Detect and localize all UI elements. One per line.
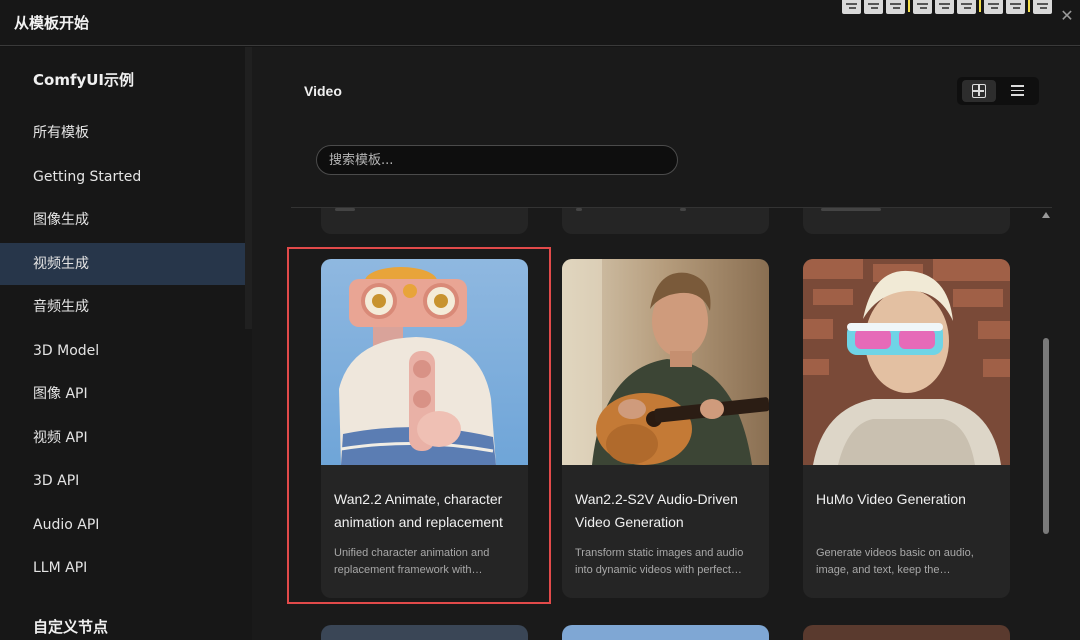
search-input[interactable]	[317, 146, 677, 174]
dialog-header: 从模板开始 ✕	[0, 0, 1080, 46]
sidebar-heading: ComfyUI示例	[33, 71, 135, 89]
template-card-partial[interactable]	[803, 208, 1010, 234]
align-middle-icon[interactable]	[935, 0, 954, 14]
card-title: Wan2.2-S2V Audio-Driven Video Generation	[575, 491, 738, 530]
resize-icon[interactable]	[1033, 0, 1052, 14]
sidebar-item-image-generation[interactable]: 图像生成	[0, 199, 252, 241]
grid-scrollbar[interactable]	[1040, 208, 1052, 640]
template-card-partial[interactable]	[803, 625, 1010, 640]
man-playing-guitar-image	[562, 259, 769, 465]
template-card-partial[interactable]	[562, 208, 769, 234]
alignment-toolbar	[842, 0, 1052, 14]
list-view-button[interactable]	[1000, 80, 1034, 102]
selection-highlight	[287, 247, 551, 604]
sidebar-heading-custom-nodes: 自定义节点	[33, 618, 109, 636]
card-description: Transform static images and audio into d…	[575, 547, 744, 576]
section-title: Video	[304, 83, 342, 99]
sidebar-scrollbar[interactable]	[245, 47, 252, 329]
sidebar-item-video-api[interactable]: 视频 API	[0, 417, 252, 459]
toolbar-separator	[979, 0, 981, 12]
dialog-title: 从模板开始	[14, 14, 90, 32]
close-icon[interactable]: ✕	[1060, 9, 1074, 25]
template-card-partial[interactable]	[321, 208, 528, 234]
align-top-icon[interactable]	[913, 0, 932, 14]
template-card-partial[interactable]	[562, 625, 769, 640]
toolbar-separator	[1028, 0, 1030, 12]
card-title: HuMo Video Generation	[816, 491, 966, 507]
toolbar-separator	[908, 0, 910, 12]
sidebar-item-video-generation[interactable]: 视频生成	[0, 243, 252, 285]
template-card[interactable]: Wan2.2-S2V Audio-Driven Video Generation…	[562, 259, 769, 598]
main-panel: Video 搜索模板... Wan2.2 Animate, character …	[252, 47, 1080, 640]
grid-view-button[interactable]	[962, 80, 996, 102]
sidebar-item-all-templates[interactable]: 所有模板	[0, 112, 252, 154]
sidebar-item-audio-api[interactable]: Audio API	[0, 504, 252, 546]
list-icon	[1011, 85, 1024, 97]
distribute-vertical-icon[interactable]	[1006, 0, 1025, 14]
scrollbar-thumb[interactable]	[1043, 338, 1049, 534]
align-left-icon[interactable]	[842, 0, 861, 14]
scroll-up-arrow-icon[interactable]	[1042, 212, 1050, 218]
sidebar-item-llm-api[interactable]: LLM API	[0, 547, 252, 589]
sidebar: ComfyUI示例 所有模板 Getting Started 图像生成 视频生成…	[0, 47, 252, 640]
sidebar-item-image-api[interactable]: 图像 API	[0, 373, 252, 415]
sidebar-item-audio-generation[interactable]: 音频生成	[0, 286, 252, 328]
view-toggle	[957, 77, 1039, 105]
align-right-icon[interactable]	[886, 0, 905, 14]
template-card-partial[interactable]	[321, 625, 528, 640]
align-bottom-icon[interactable]	[957, 0, 976, 14]
distribute-horizontal-icon[interactable]	[984, 0, 1003, 14]
sidebar-item-3d-model[interactable]: 3D Model	[0, 330, 252, 372]
boy-with-vr-glasses-image	[803, 259, 1010, 465]
grid-icon	[972, 84, 986, 98]
card-description: Generate videos basic on audio, image, a…	[816, 547, 974, 576]
template-card[interactable]: HuMo Video Generation Generate videos ba…	[803, 259, 1010, 598]
sidebar-item-getting-started[interactable]: Getting Started	[0, 156, 252, 198]
sidebar-item-3d-api[interactable]: 3D API	[0, 460, 252, 502]
align-center-icon[interactable]	[864, 0, 883, 14]
search-box	[316, 145, 678, 175]
